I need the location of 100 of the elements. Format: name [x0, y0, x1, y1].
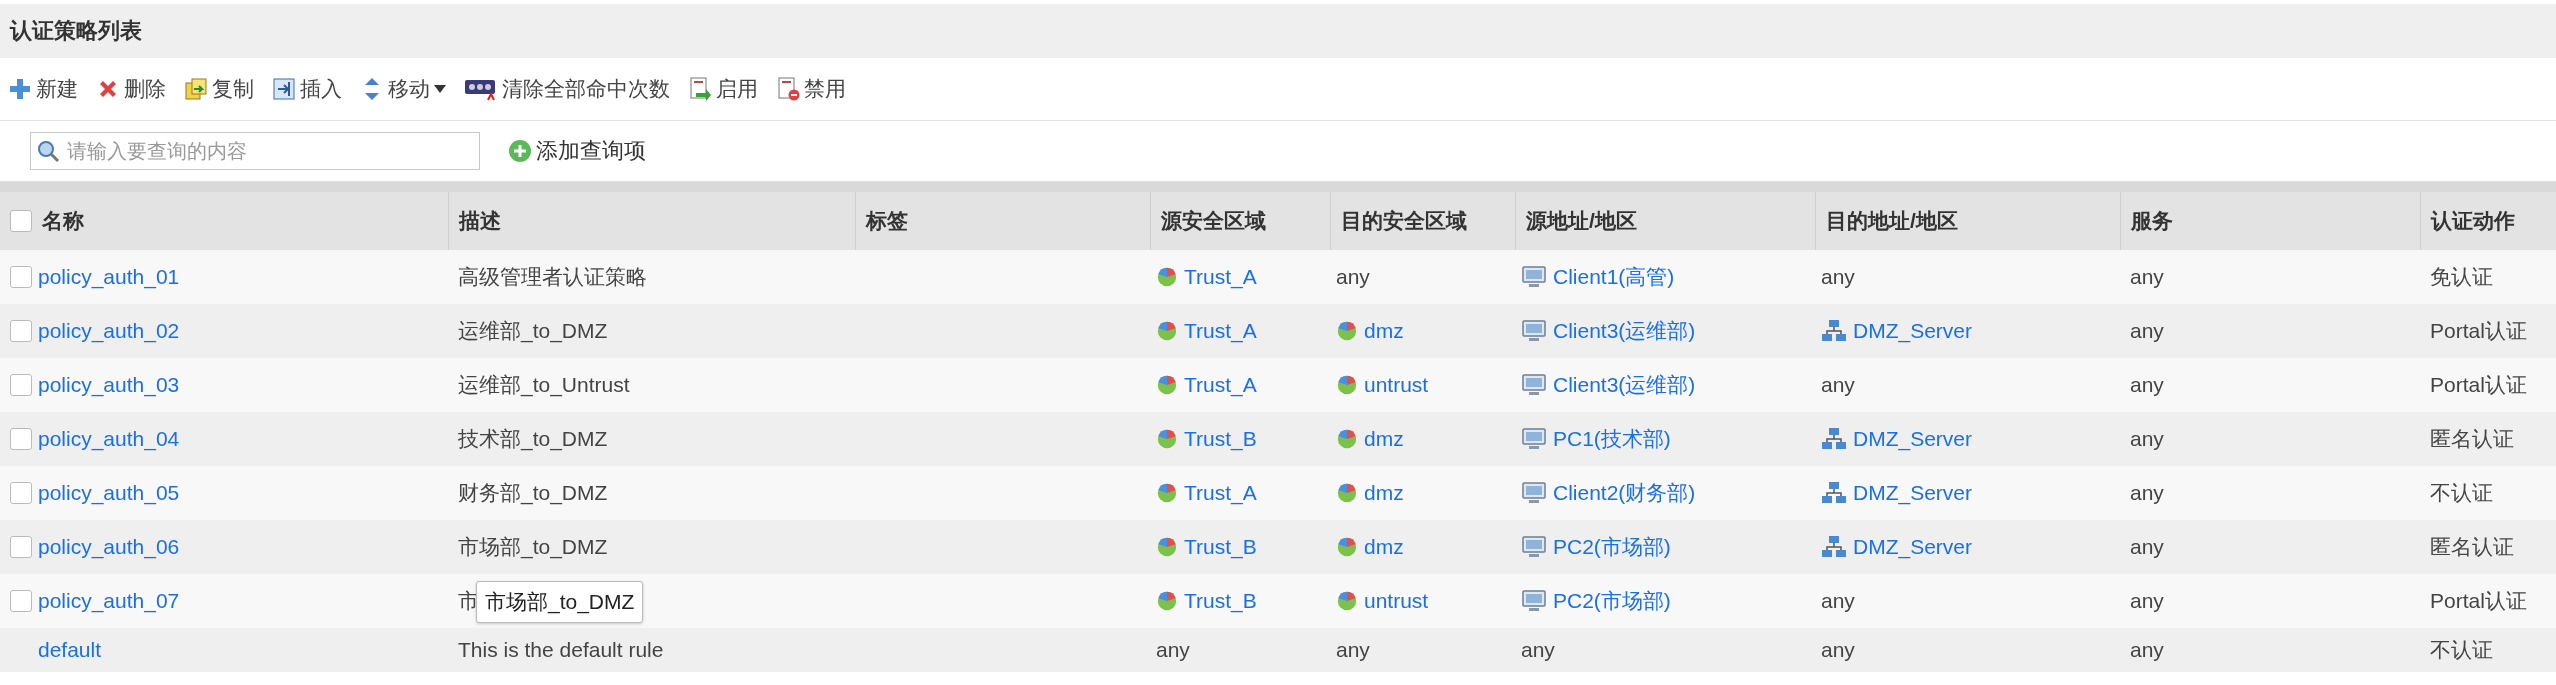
table-cell: any	[2130, 589, 2164, 613]
zone-link[interactable]: dmz	[1364, 481, 1404, 505]
table-cell: any	[1821, 589, 1855, 613]
address-link[interactable]: Client1(高管)	[1553, 263, 1675, 291]
zone-link[interactable]: Trust_A	[1184, 481, 1257, 505]
address-link[interactable]: Client3(运维部)	[1553, 371, 1696, 399]
copy-icon	[184, 77, 208, 101]
network-icon	[1821, 427, 1847, 451]
table-cell: any	[1336, 638, 1370, 662]
table-cell: any	[2130, 373, 2164, 397]
address-link[interactable]: Client2(财务部)	[1553, 479, 1696, 507]
network-icon	[1821, 319, 1847, 343]
monitor-icon	[1521, 535, 1547, 559]
policy-name-link[interactable]: policy_auth_01	[38, 265, 180, 289]
add-query-button[interactable]: 添加查询项	[508, 136, 646, 166]
table-cell-text: 运维部_to_Untrust	[458, 372, 630, 399]
counter-icon	[464, 77, 498, 101]
pie-chart-icon	[1336, 428, 1358, 450]
column-header[interactable]: 描述	[459, 207, 501, 235]
zone-link[interactable]: Trust_B	[1184, 535, 1257, 559]
zone-link[interactable]: Trust_B	[1184, 427, 1257, 451]
row-checkbox[interactable]	[10, 482, 32, 504]
address-link[interactable]: DMZ_Server	[1853, 319, 1973, 343]
panel-title: 认证策略列表	[10, 17, 142, 45]
toolbar-button[interactable]: 清除全部命中次数	[462, 73, 672, 105]
column-header[interactable]: 标签	[866, 207, 908, 235]
table-cell-text: Portal认证	[2430, 318, 2527, 344]
address-link[interactable]: DMZ_Server	[1853, 427, 1973, 451]
pie-chart-icon	[1156, 428, 1178, 450]
toolbar-button[interactable]: 禁用	[774, 73, 848, 105]
pie-chart-icon	[1336, 374, 1358, 396]
policy-name-link[interactable]: policy_auth_03	[38, 373, 180, 397]
row-checkbox[interactable]	[10, 266, 32, 288]
document-arrow-icon	[688, 77, 712, 101]
table-cell: any	[2130, 535, 2164, 559]
address-link[interactable]: DMZ_Server	[1853, 535, 1973, 559]
policy-name-link[interactable]: policy_auth_05	[38, 481, 180, 505]
column-header[interactable]: 认证动作	[2431, 207, 2515, 235]
tooltip: 市场部_to_DMZ	[476, 581, 644, 623]
table-cell: any	[1336, 265, 1370, 289]
row-checkbox[interactable]	[10, 374, 32, 396]
toolbar-button[interactable]: 删除	[94, 73, 168, 105]
policy-name-link[interactable]: policy_auth_07	[38, 589, 180, 613]
select-all-checkbox[interactable]	[10, 210, 32, 232]
zone-link[interactable]: untrust	[1364, 373, 1429, 397]
table-cell: any	[2130, 319, 2164, 343]
zone-link[interactable]: untrust	[1364, 589, 1429, 613]
address-link[interactable]: Client3(运维部)	[1553, 317, 1696, 345]
table-cell-text: 匿名认证	[2430, 534, 2514, 560]
row-checkbox[interactable]	[10, 428, 32, 450]
zone-link[interactable]: dmz	[1364, 535, 1404, 559]
table-cell: any	[1156, 638, 1190, 662]
monitor-icon	[1521, 265, 1547, 289]
policy-name-link[interactable]: policy_auth_04	[38, 427, 180, 451]
column-header[interactable]: 源安全区域	[1161, 207, 1266, 235]
search-icon	[36, 139, 60, 163]
policy-name-link[interactable]: policy_auth_06	[38, 535, 180, 559]
table-cell-text: 技术部_to_DMZ	[458, 426, 608, 453]
insert-icon	[272, 77, 296, 101]
column-header[interactable]: 源地址/地区	[1526, 207, 1637, 235]
pie-chart-icon	[1156, 590, 1178, 612]
zone-link[interactable]: dmz	[1364, 319, 1404, 343]
table-cell: any	[2130, 427, 2164, 451]
address-link[interactable]: PC2(市场部)	[1553, 533, 1671, 561]
toolbar-button[interactable]: 复制	[182, 73, 256, 105]
table-cell-text: 市	[458, 588, 479, 614]
zone-link[interactable]: Trust_A	[1184, 373, 1257, 397]
column-header[interactable]: 目的安全区域	[1341, 207, 1467, 235]
column-header[interactable]: 名称	[42, 207, 84, 235]
column-header[interactable]: 目的地址/地区	[1826, 207, 1958, 235]
monitor-icon	[1521, 481, 1547, 505]
toolbar-button[interactable]: 启用	[686, 73, 760, 105]
pie-chart-icon	[1156, 320, 1178, 342]
policy-name-link[interactable]: default	[38, 638, 102, 662]
zone-link[interactable]: Trust_B	[1184, 589, 1257, 613]
table-cell-text: 高级管理者认证策略	[458, 264, 647, 290]
table-cell-text: 匿名认证	[2430, 426, 2514, 452]
row-checkbox[interactable]	[10, 536, 32, 558]
search-field[interactable]: 请输入要查询的内容	[30, 132, 480, 170]
table-cell-text: Portal认证	[2430, 372, 2527, 398]
toolbar-button[interactable]: 新建	[6, 73, 80, 105]
address-link[interactable]: DMZ_Server	[1853, 481, 1973, 505]
pie-chart-icon	[1336, 320, 1358, 342]
monitor-icon	[1521, 373, 1547, 397]
row-checkbox[interactable]	[10, 320, 32, 342]
address-link[interactable]: PC2(市场部)	[1553, 587, 1671, 615]
zone-link[interactable]: Trust_A	[1184, 319, 1257, 343]
zone-link[interactable]: Trust_A	[1184, 265, 1257, 289]
table-cell: This is the default rule	[458, 638, 664, 662]
table-cell: any	[1521, 638, 1555, 662]
column-header[interactable]: 服务	[2131, 207, 2173, 235]
table-cell: any	[1821, 638, 1855, 662]
address-link[interactable]: PC1(技术部)	[1553, 425, 1671, 453]
toolbar-button[interactable]: 移动	[358, 73, 448, 105]
pie-chart-icon	[1336, 482, 1358, 504]
policy-name-link[interactable]: policy_auth_02	[38, 319, 180, 343]
zone-link[interactable]: dmz	[1364, 427, 1404, 451]
table-cell: any	[2130, 265, 2164, 289]
toolbar-button[interactable]: 插入	[270, 73, 344, 105]
row-checkbox[interactable]	[10, 590, 32, 612]
